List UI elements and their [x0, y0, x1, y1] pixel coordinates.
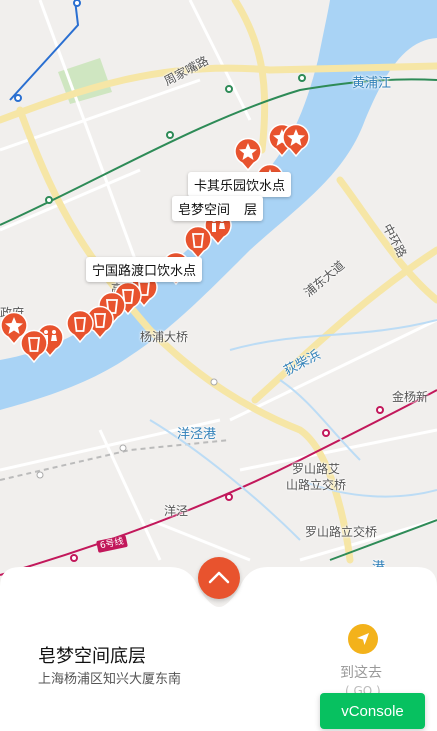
- callout-zaomeng-text: 皂梦空间: [178, 203, 231, 218]
- vconsole-button[interactable]: vConsole: [320, 693, 425, 729]
- label-yangjing-port: 洋泾港: [177, 427, 217, 442]
- map-pin-star-icon[interactable]: [281, 123, 311, 157]
- callout-zaomeng[interactable]: 皂梦空间层: [172, 196, 264, 221]
- blue-station: [14, 94, 22, 102]
- expand-sheet-button[interactable]: [198, 557, 240, 599]
- map-pin-star-icon[interactable]: [0, 311, 29, 345]
- road-junction-2: [119, 444, 127, 452]
- blue-station-2: [73, 0, 81, 7]
- road-junction-3: [36, 471, 44, 479]
- label-luoshan-interchange-1: 山路立交桥: [286, 478, 347, 492]
- road-junction: [210, 378, 218, 386]
- place-address: 上海杨浦区知兴大厦东南: [38, 672, 182, 687]
- label-yangpu-bridge: 杨浦大桥: [140, 330, 189, 344]
- navigate-icon[interactable]: [348, 624, 378, 654]
- label-huangpu-river: 黄浦江: [352, 76, 392, 91]
- label-yangjing: 洋泾: [164, 504, 189, 518]
- map-pin-water-icon[interactable]: [65, 309, 95, 343]
- callout-ningguo-ferry[interactable]: 宁国路渡口饮水点: [86, 257, 203, 282]
- go-button-label[interactable]: 到这去: [340, 662, 382, 682]
- label-luoshan-ai: 罗山路艾: [292, 462, 341, 476]
- callout-kaqi-park[interactable]: 卡其乐园饮水点: [188, 172, 292, 197]
- label-jinyang-new: 金杨新: [392, 390, 429, 404]
- chevron-up-icon: [208, 571, 230, 584]
- label-luoshan-interchange-2: 罗山路立交桥: [305, 525, 378, 539]
- callout-zaomeng-suffix: 层: [244, 203, 258, 218]
- place-title: 皂梦空间底层: [38, 646, 146, 667]
